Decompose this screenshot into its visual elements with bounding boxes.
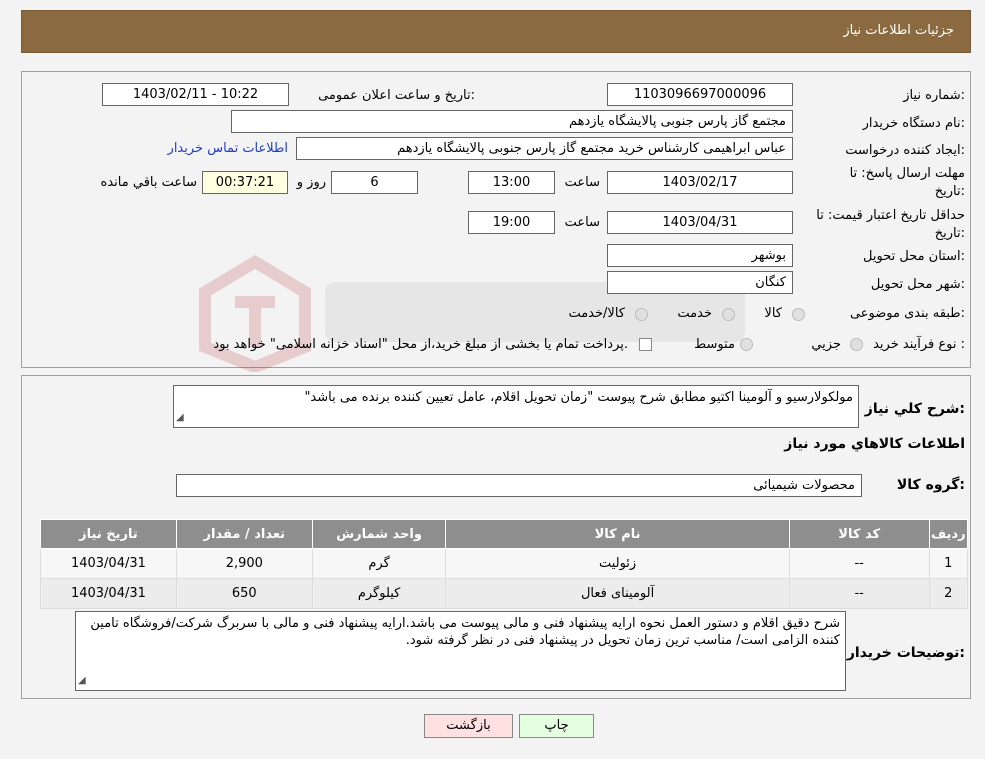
- cell-name: آلومینای فعال: [445, 578, 790, 609]
- city-label: شهر محل تحویل:: [870, 277, 965, 292]
- col-name-header: نام کالا: [445, 519, 790, 549]
- category-label: طبقه بندی موضوعی:: [849, 306, 965, 321]
- page-title: جزئیات اطلاعات نیاز: [843, 23, 954, 38]
- process-note: پرداخت تمام یا بخشی از مبلغ خرید،از محل …: [213, 337, 628, 352]
- back-button[interactable]: بازگشت: [424, 714, 513, 738]
- province-label: استان محل تحویل:: [863, 249, 965, 264]
- price-validity-time-field: 19:00: [468, 211, 555, 234]
- remaining-days-field: 6: [331, 171, 418, 194]
- price-validity-label: حداقل تاریخ اعتبار قیمت: تا: [816, 208, 965, 223]
- creator-field: عباس ابراهیمی کارشناس خرید مجتمع گاز پار…: [296, 137, 793, 160]
- price-validity-time-label: ساعت: [564, 215, 600, 230]
- days-label: روز و: [296, 175, 326, 190]
- cell-row: 2: [928, 578, 969, 609]
- category-goods-service-radio[interactable]: [635, 308, 648, 321]
- resize-grip-icon[interactable]: ◢: [176, 409, 184, 426]
- cell-quantity: 2,900: [175, 548, 313, 579]
- goods-table: رديف کد کالا نام کالا واحد شمارش تعداد /…: [40, 519, 969, 609]
- general-description-text: مولکولارسیو و آلومینا اکتیو مطابق شرح پی…: [304, 390, 853, 405]
- page-header: جزئیات اطلاعات نیاز: [21, 10, 971, 53]
- buyer-contact-link[interactable]: اطلاعات تماس خریدار: [168, 141, 288, 156]
- cell-row: 1: [928, 548, 969, 579]
- category-service-label: خدمت: [677, 306, 712, 321]
- remaining-time-label: ساعت باقي مانده: [100, 175, 197, 190]
- category-goods-radio[interactable]: [792, 308, 805, 321]
- treasury-payment-checkbox[interactable]: [639, 338, 652, 351]
- need-number-field: 1103096697000096: [607, 83, 793, 106]
- creator-label: ایجاد کننده درخواست:: [845, 143, 965, 158]
- cell-unit: کیلوگرم: [311, 578, 447, 609]
- category-goods-service-label: کالا/خدمت: [568, 306, 625, 321]
- cell-date: 1403/04/31: [40, 578, 177, 609]
- process-minor-label: جزیي: [811, 337, 841, 352]
- buyer-notes-text: شرح دقیق اقلام و دستور العمل نحوه ارایه …: [90, 616, 840, 648]
- remaining-time-field: 00:37:21: [202, 171, 288, 194]
- process-minor-radio[interactable]: [850, 338, 863, 351]
- category-goods-label: کالا: [764, 306, 782, 321]
- col-unit-header: واحد شمارش: [311, 519, 447, 549]
- reply-time-label: ساعت: [564, 175, 600, 190]
- print-button[interactable]: چاپ: [519, 714, 594, 738]
- process-medium-radio[interactable]: [740, 338, 753, 351]
- buyer-org-field: مجتمع گاز پارس جنوبی پالایشگاه یازدهم: [231, 110, 793, 133]
- general-description-label: شرح كلي نياز:: [864, 401, 965, 417]
- cell-code: --: [788, 578, 930, 609]
- province-field: بوشهر: [607, 244, 793, 267]
- cell-code: --: [788, 548, 930, 579]
- reply-deadline-label: مهلت ارسال پاسخ: تا: [849, 166, 965, 181]
- reply-deadline-label-2: تاریخ:: [934, 184, 965, 199]
- col-row-header: رديف: [928, 519, 969, 549]
- price-validity-date-field: 1403/04/31: [607, 211, 793, 234]
- cell-quantity: 650: [175, 578, 313, 609]
- general-description-field: مولکولارسیو و آلومینا اکتیو مطابق شرح پی…: [173, 385, 859, 428]
- need-number-label: شماره نیاز:: [903, 88, 965, 103]
- process-medium-label: متوسط: [694, 337, 735, 352]
- cell-unit: گرم: [311, 548, 447, 579]
- goods-group-label: گروه کالا:: [896, 477, 965, 493]
- goods-info-title: اطلاعات كالاهاي مورد نياز: [784, 436, 965, 452]
- col-date-header: تاریخ نیاز: [40, 519, 177, 549]
- buyer-org-label: نام دستگاه خریدار:: [862, 116, 965, 131]
- goods-group-field: محصولات شیمیائی: [176, 474, 862, 497]
- announce-datetime-field: 1403/02/11 - 10:22: [102, 83, 289, 106]
- col-code-header: کد کالا: [788, 519, 930, 549]
- buyer-notes-field: شرح دقیق اقلام و دستور العمل نحوه ارایه …: [75, 611, 846, 691]
- table-row: 2 -- آلومینای فعال کیلوگرم 650 1403/04/3…: [40, 578, 969, 609]
- table-row: 1 -- زئولیت گرم 2,900 1403/04/31: [40, 548, 969, 579]
- reply-time-field: 13:00: [468, 171, 555, 194]
- process-type-label: نوع فرآیند خرید :: [873, 337, 965, 352]
- city-field: کنگان: [607, 271, 793, 294]
- announce-datetime-label: تاریخ و ساعت اعلان عمومی:: [318, 88, 475, 103]
- cell-date: 1403/04/31: [40, 548, 177, 579]
- reply-date-field: 1403/02/17: [607, 171, 793, 194]
- col-quantity-header: تعداد / مقدار: [175, 519, 313, 549]
- buyer-notes-label: توضیحات خریدار:: [846, 645, 965, 661]
- price-validity-label-2: تاریخ:: [934, 226, 965, 241]
- goods-table-header: رديف کد کالا نام کالا واحد شمارش تعداد /…: [40, 519, 969, 549]
- cell-name: زئولیت: [445, 548, 790, 579]
- resize-grip-icon[interactable]: ◢: [78, 672, 86, 689]
- category-service-radio[interactable]: [722, 308, 735, 321]
